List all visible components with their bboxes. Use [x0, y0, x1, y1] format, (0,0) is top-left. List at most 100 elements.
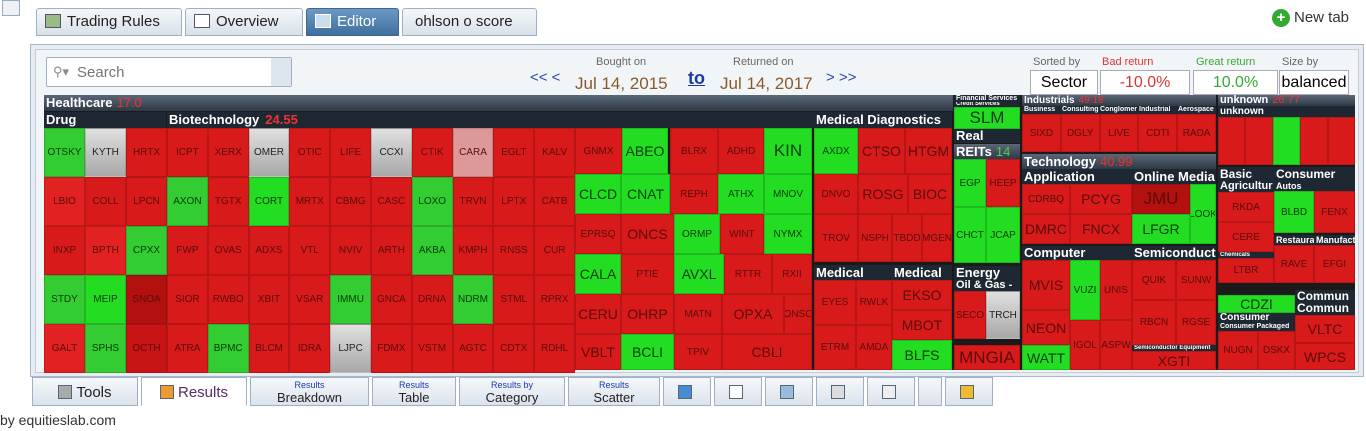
ticker-mngia[interactable]: MNGIA	[954, 345, 1020, 370]
ticker-mvis[interactable]: MVIS	[1022, 260, 1070, 310]
ticker-sior[interactable]: SIOR	[167, 275, 208, 324]
ticker-rdhl[interactable]: RDHL	[534, 324, 575, 373]
industry-restaurants[interactable]: Restaura	[1274, 235, 1314, 245]
ticker-arth[interactable]: ARTH	[371, 226, 412, 275]
ticker-xgti[interactable]: XGTI	[1132, 351, 1216, 370]
ticker-wint[interactable]: WINT	[720, 214, 764, 254]
ticker-eprsq[interactable]: EPRSQ	[575, 214, 621, 254]
ticker-hrtx[interactable]: HRTX	[126, 128, 167, 177]
ticker-eglt[interactable]: EGLT	[493, 128, 535, 177]
ticker-fenx[interactable]: FENX	[1314, 191, 1355, 233]
ticker-mgen[interactable]: MGEN	[922, 214, 952, 262]
ticker-blrx[interactable]: BLRX	[670, 128, 718, 174]
ticker-ltbr[interactable]: LTBR	[1218, 258, 1274, 283]
sidebar-toggle[interactable]	[2, 0, 20, 16]
sector-energy[interactable]: Energy	[954, 266, 1020, 280]
industry-medical-2[interactable]: Medical	[892, 265, 952, 280]
ticker-icpt[interactable]: ICPT	[167, 128, 208, 177]
tab-grid-icon[interactable]	[714, 377, 762, 406]
ticker-aspw[interactable]: ASPW	[1100, 320, 1132, 370]
ticker-clcd[interactable]: CLCD	[575, 174, 621, 214]
ticker-vstm[interactable]: VSTM	[411, 324, 453, 373]
ticker-ndrm[interactable]: NDRM	[452, 275, 494, 324]
ticker-adhd[interactable]: ADHD	[718, 128, 764, 174]
ticker-rave[interactable]: RAVE	[1274, 245, 1314, 283]
industry-online[interactable]: Online Media	[1132, 169, 1216, 184]
ticker-cara[interactable]: CARA	[452, 128, 494, 177]
ticker-cpxx[interactable]: CPXX	[126, 226, 167, 275]
ticker-opxa[interactable]: OPXA	[722, 294, 784, 334]
industry-commun-1[interactable]: Commun	[1295, 290, 1355, 302]
ticker-bpmc[interactable]: BPMC	[207, 324, 249, 373]
industry-medical-1[interactable]: Medical	[814, 265, 892, 280]
ticker-trvn[interactable]: TRVN	[452, 177, 494, 226]
ticker-trov[interactable]: TROV	[814, 214, 858, 262]
ticker-xbit[interactable]: XBIT	[248, 275, 290, 324]
ticker-rkda[interactable]: RKDA	[1218, 192, 1274, 222]
ticker-cnat[interactable]: CNAT	[621, 174, 670, 214]
ticker-ormp[interactable]: ORMP	[674, 214, 720, 254]
ticker-adxs[interactable]: ADXS	[248, 226, 290, 275]
industry-autos[interactable]: Autos	[1274, 181, 1355, 191]
industry-oilgas[interactable]: Oil & Gas -	[954, 280, 1020, 291]
ticker-unis[interactable]: UNIS	[1100, 260, 1132, 320]
ticker-meip[interactable]: MEIP	[85, 275, 126, 324]
ticker-dskx[interactable]: DSKX	[1258, 331, 1295, 370]
ticker-mrtx[interactable]: MRTX	[289, 177, 331, 226]
sector-industrials[interactable]: Industrials 49.18	[1022, 95, 1216, 106]
ticker-onsc[interactable]: ONSC	[784, 294, 812, 334]
ticker-rprx[interactable]: RPRX	[534, 275, 575, 324]
ticker-fwp[interactable]: FWP	[167, 226, 208, 275]
ticker-etrm[interactable]: ETRM	[814, 325, 856, 370]
ticker-cbli[interactable]: CBLI	[722, 334, 812, 370]
tab-overview[interactable]: Overview	[185, 8, 303, 36]
ticker-mbot[interactable]: MBOT	[892, 310, 952, 340]
ticker-dmrc[interactable]: DMRC	[1022, 214, 1070, 244]
ticker-chct[interactable]: CHCT	[954, 207, 986, 263]
ticker-casc[interactable]: CASC	[371, 177, 412, 226]
industry-drug[interactable]: Drug	[44, 112, 166, 128]
ticker-cort[interactable]: CORT	[248, 177, 290, 226]
ticker-vltc[interactable]: VLTC	[1295, 315, 1355, 343]
ticker-oncs[interactable]: ONCS	[621, 214, 674, 254]
industry-manuf[interactable]: Manufact	[1314, 235, 1355, 245]
ticker-wpcs[interactable]: WPCS	[1295, 343, 1355, 370]
ticker-kyth[interactable]: KYTH	[85, 128, 126, 177]
industry-computer[interactable]: Computer	[1022, 246, 1132, 260]
ticker-nymx[interactable]: NYMX	[764, 214, 812, 254]
tab-scatter[interactable]: Results Scatter	[568, 377, 660, 406]
ticker-pcyg[interactable]: PCYG	[1070, 184, 1132, 214]
to-date[interactable]: Jul 14, 2017	[720, 74, 813, 94]
ticker-life[interactable]: LIFE	[330, 128, 371, 177]
ticker-trch[interactable]: TRCH	[986, 291, 1020, 339]
ticker-bcli[interactable]: BCLI	[621, 334, 674, 370]
ticker-rnss[interactable]: RNSS	[493, 226, 535, 275]
tab-editor[interactable]: Editor	[306, 8, 399, 36]
tab-category[interactable]: Results by Category	[459, 377, 565, 406]
ticker-sphs[interactable]: SPHS	[85, 324, 126, 373]
ticker-ekso[interactable]: EKSO	[892, 280, 952, 310]
ticker-avxl[interactable]: AVXL	[674, 254, 724, 294]
ticker-rada[interactable]: RADA	[1177, 114, 1216, 152]
industry-unknown[interactable]: unknown	[1218, 106, 1355, 117]
ticker-lptx[interactable]: LPTX	[493, 177, 535, 226]
ticker-omer[interactable]: OMER	[248, 128, 290, 177]
ticker-ccxi[interactable]: CCXI	[371, 128, 412, 177]
ticker-igol[interactable]: IGOL	[1070, 320, 1100, 370]
ticker-axdx[interactable]: AXDX	[814, 128, 858, 174]
ticker-cdtx[interactable]: CDTX	[493, 324, 535, 373]
industry-conglomerates[interactable]: Conglomera	[1098, 106, 1137, 114]
tab-report-icon[interactable]	[945, 377, 993, 406]
ticker-agtc[interactable]: AGTC	[452, 324, 494, 373]
ticker-rwlk[interactable]: RWLK	[856, 280, 892, 325]
ticker-ctik[interactable]: CTIK	[411, 128, 453, 177]
ticker-octh[interactable]: OCTH	[126, 324, 167, 373]
ticker-seco[interactable]: SECO	[954, 291, 986, 339]
ticker-bpth[interactable]: BPTH	[85, 226, 126, 275]
ticker-amda[interactable]: AMDA	[856, 325, 892, 370]
tab-chart-icon[interactable]	[663, 377, 711, 406]
ticker-cur[interactable]: CUR	[534, 226, 575, 275]
ticker-cbmg[interactable]: CBMG	[330, 177, 371, 226]
tab-results[interactable]: Results	[141, 377, 247, 406]
ticker-inxp[interactable]: INXP	[44, 226, 85, 275]
